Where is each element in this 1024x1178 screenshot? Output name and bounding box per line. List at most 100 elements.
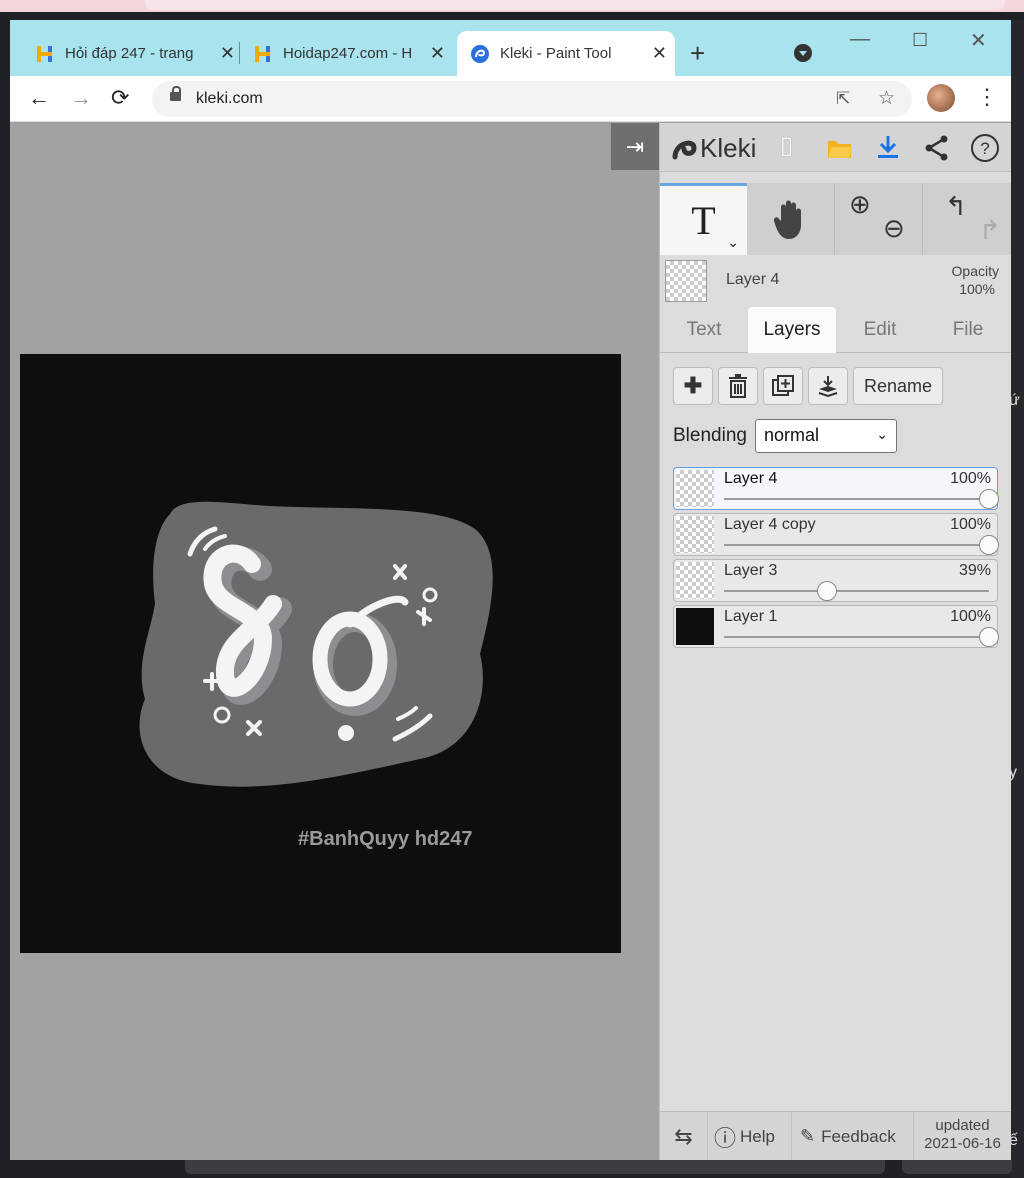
tab-edit[interactable]: Edit xyxy=(836,307,924,353)
kleki-app: ⇥ #BanhQuyy hd247 Kleki ▯ ? T ⌄ ⊕ ⊖ ↰ ↱ … xyxy=(10,123,1011,1160)
tab-title: Hỏi đáp 247 - trang xyxy=(65,45,194,62)
browser-tab-hoidap[interactable]: Hỏi đáp 247 - trang ✕ xyxy=(35,31,243,76)
tab-title: Kleki - Paint Tool xyxy=(500,45,612,62)
panel-footer: ⇆ ⓘ Help ✎ Feedback updated 2021-06-16 xyxy=(660,1111,1011,1160)
forward-arrow-icon[interactable]: → xyxy=(70,85,92,111)
maximize-icon[interactable]: ☐ xyxy=(912,30,928,51)
duplicate-layer-button[interactable] xyxy=(763,367,803,405)
panel-tabs: Text Layers Edit File xyxy=(660,307,1011,353)
layer-opacity-slider-knob[interactable] xyxy=(979,489,999,509)
drawing-canvas[interactable]: #BanhQuyy hd247 xyxy=(20,354,621,953)
blending-select[interactable]: normal ⌄ xyxy=(755,419,897,453)
layer-name: Layer 4 copy xyxy=(724,516,816,533)
blending-value: normal xyxy=(764,425,820,445)
close-tab-icon[interactable]: ✕ xyxy=(220,43,235,64)
current-layer-name: Layer 4 xyxy=(726,271,780,288)
background-strip xyxy=(0,0,1024,12)
kleki-logo-text: Kleki xyxy=(700,133,757,163)
tab-bar: Hỏi đáp 247 - trang ✕ Hoidap247.com - H … xyxy=(10,20,1011,76)
new-image-icon[interactable]: ▯ xyxy=(780,131,793,160)
browser-menu-icon[interactable]: ⋮ xyxy=(976,84,998,110)
close-window-icon[interactable]: ✕ xyxy=(970,28,987,53)
feedback-button[interactable]: ✎ Feedback xyxy=(792,1112,914,1160)
tab-file[interactable]: File xyxy=(924,307,1011,353)
hand-icon xyxy=(773,200,801,239)
swap-sides-icon[interactable]: ⇆ xyxy=(660,1112,708,1160)
profile-avatar[interactable] xyxy=(927,84,955,112)
hand-tool-button[interactable] xyxy=(747,183,835,255)
close-tab-icon[interactable]: ✕ xyxy=(430,43,445,64)
layer-thumbnail xyxy=(676,516,714,553)
minimize-icon[interactable]: — xyxy=(850,28,870,51)
layer-name: Layer 1 xyxy=(724,608,778,625)
kleki-logo-icon xyxy=(672,140,697,159)
layer-thumbnail xyxy=(676,562,714,599)
tab-layers[interactable]: Layers xyxy=(748,307,836,353)
save-download-icon[interactable] xyxy=(876,134,900,160)
zoom-tool-button[interactable]: ⊕ ⊖ xyxy=(835,183,923,255)
help-button[interactable]: ⓘ Help xyxy=(708,1112,792,1160)
layer-row[interactable]: Layer 4 100% xyxy=(673,467,999,510)
delete-layer-button[interactable] xyxy=(718,367,758,405)
history-tool-button[interactable]: ↰ ↱ xyxy=(923,183,1011,255)
url-text: kleki.com xyxy=(196,90,263,107)
layer-row[interactable]: Layer 4 copy 100% xyxy=(673,513,999,556)
updated-date: 2021-06-16 xyxy=(924,1135,1001,1152)
rename-layer-button[interactable]: Rename xyxy=(853,367,943,405)
tab-text[interactable]: Text xyxy=(660,307,748,353)
redo-icon[interactable]: ↱ xyxy=(979,215,1001,246)
tab-separator xyxy=(239,42,240,64)
layer-opacity-slider-track[interactable] xyxy=(724,544,989,546)
text-tool-button[interactable]: T ⌄ xyxy=(660,183,747,255)
trash-icon xyxy=(729,374,747,398)
update-info[interactable]: updated 2021-06-16 xyxy=(915,1117,1010,1153)
layer-row[interactable]: Layer 1 100% xyxy=(673,605,999,648)
zoom-out-icon[interactable]: ⊖ xyxy=(883,213,905,244)
layer-opacity-slider-knob[interactable] xyxy=(817,581,838,601)
layer-name: Layer 4 xyxy=(724,470,778,487)
current-layer-thumbnail xyxy=(665,260,707,302)
address-bar[interactable]: kleki.com ⇱ ☆ xyxy=(152,81,912,117)
layer-opacity-slider-knob[interactable] xyxy=(979,535,999,555)
kleki-top-bar: Kleki ▯ ? xyxy=(660,123,1011,172)
layer-name: Layer 3 xyxy=(724,562,778,579)
blending-label: Blending xyxy=(673,425,747,446)
duplicate-icon xyxy=(772,375,794,396)
zoom-in-icon[interactable]: ⊕ xyxy=(849,189,871,220)
background-taskbar xyxy=(902,1160,1012,1174)
bookmark-star-icon[interactable]: ☆ xyxy=(878,87,895,110)
updated-label: updated xyxy=(935,1117,990,1134)
share-icon[interactable] xyxy=(923,134,951,162)
background-pill xyxy=(145,0,1005,10)
merge-down-button[interactable] xyxy=(808,367,848,405)
layer-opacity-slider-track[interactable] xyxy=(724,498,989,500)
browser-toolbar: ← → ⟳ kleki.com ⇱ ☆ ⋮ xyxy=(10,76,1011,122)
kleki-logo[interactable]: Kleki xyxy=(672,133,756,164)
help-circle-icon[interactable]: ? xyxy=(970,133,1000,163)
add-layer-button[interactable]: ✚ xyxy=(673,367,713,405)
layer-row[interactable]: Layer 3 39% xyxy=(673,559,998,602)
chevron-down-icon[interactable]: ⌄ xyxy=(727,234,739,251)
share-page-icon[interactable]: ⇱ xyxy=(836,89,850,109)
close-tab-icon[interactable]: ✕ xyxy=(652,43,667,64)
help-circle-icon: ⓘ xyxy=(714,1125,737,1151)
kleki-side-panel: Kleki ▯ ? T ⌄ ⊕ ⊖ ↰ ↱ Layer 4 Opacity 10… xyxy=(659,123,1011,1160)
undo-icon[interactable]: ↰ xyxy=(945,191,967,222)
layer-opacity-slider-track[interactable] xyxy=(724,636,989,638)
chevron-down-icon: ⌄ xyxy=(876,426,888,442)
collapse-panel-icon[interactable]: ⇥ xyxy=(611,123,659,170)
browser-tab-hoidap247[interactable]: Hoidap247.com - H ✕ xyxy=(253,31,453,76)
open-folder-icon[interactable] xyxy=(827,137,853,159)
browser-tab-kleki[interactable]: Kleki - Paint Tool ✕ xyxy=(457,31,675,76)
layer-opacity-slider-knob[interactable] xyxy=(979,627,999,647)
tab-search-icon[interactable] xyxy=(794,44,812,62)
layer-opacity: 39% xyxy=(958,562,991,579)
new-tab-plus-icon[interactable]: + xyxy=(690,38,705,69)
back-arrow-icon[interactable]: ← xyxy=(28,85,50,111)
reload-icon[interactable]: ⟳ xyxy=(111,85,129,111)
layer-opacity-slider-track[interactable] xyxy=(724,590,989,592)
background-window-edge: ứ y ế xyxy=(1009,20,1024,1178)
opacity-label: Opacity xyxy=(951,263,999,279)
tab-title: Hoidap247.com - H xyxy=(283,45,413,62)
feedback-pen-icon: ✎ xyxy=(800,1126,816,1146)
